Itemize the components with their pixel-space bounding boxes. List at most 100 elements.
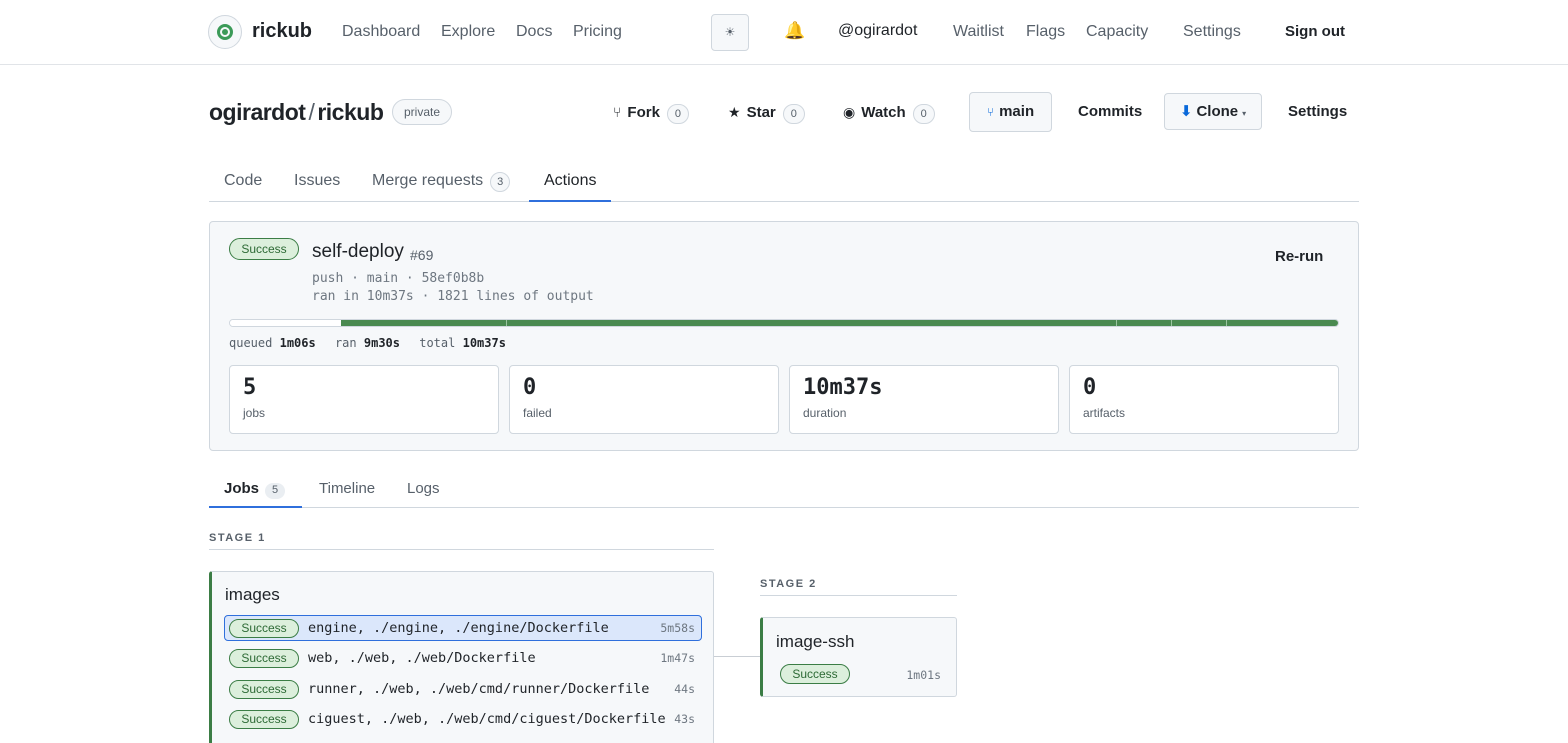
job-status-badge: Success (229, 649, 299, 668)
star-button[interactable]: ★ Star 0 (728, 102, 805, 124)
job-name: runner, ./web, ./web/cmd/runner/Dockerfi… (308, 681, 650, 697)
job-row[interactable]: Success runner, ./web, ./web/cmd/runner/… (224, 676, 702, 702)
active-tab-indicator (209, 506, 302, 508)
active-tab-indicator (529, 200, 611, 202)
progress-divider (1116, 320, 1117, 326)
stage-divider (209, 549, 714, 550)
stat-failed: 0 failed (509, 365, 779, 434)
tab-logs[interactable]: Logs (407, 480, 440, 497)
run-timing: queued 1m06s ran 9m30s total 10m37s (229, 336, 518, 350)
fork-label: Fork (627, 104, 660, 121)
job-name: ciguest, ./web, ./web/cmd/ciguest/Docker… (308, 711, 666, 727)
tab-code[interactable]: Code (224, 172, 262, 190)
watch-label: Watch (861, 104, 906, 121)
repo-settings-link[interactable]: Settings (1288, 102, 1347, 122)
run-summary-panel: Success self-deploy #69 push · main · 58… (209, 221, 1359, 451)
job-status-badge: Success (229, 710, 299, 729)
job-row[interactable]: Success ciguest, ./web, ./web/cmd/cigues… (224, 706, 702, 732)
nav-pricing[interactable]: Pricing (573, 23, 622, 41)
nav-explore[interactable]: Explore (441, 23, 495, 41)
stage-job-card[interactable]: image-ssh Success 1m01s (760, 617, 957, 697)
chevron-down-icon: ▾ (1242, 109, 1247, 118)
job-status-badge: Success (229, 619, 299, 638)
repo-owner-link[interactable]: ogirardot (209, 99, 306, 125)
notifications-bell-icon[interactable]: 🔔 (784, 21, 805, 41)
watch-count: 0 (912, 104, 935, 124)
job-duration: 43s (674, 712, 695, 726)
visibility-badge: private (392, 99, 453, 125)
stat-label: failed (523, 406, 552, 420)
user-handle[interactable]: @ogirardot (838, 22, 917, 40)
watch-icon: ◉ (843, 104, 856, 120)
clone-button[interactable]: ⬇ Clone ▾ (1164, 93, 1262, 130)
run-name: self-deploy (312, 241, 404, 262)
repo-separator: / (308, 99, 315, 125)
star-icon: ★ (728, 104, 741, 120)
watch-button[interactable]: ◉ Watch 0 (843, 102, 935, 124)
star-label: Star (746, 104, 776, 121)
stage-connector (714, 656, 760, 657)
stat-jobs: 5 jobs (229, 365, 499, 434)
job-name: web, ./web, ./web/Dockerfile (308, 650, 536, 666)
run-number: #69 (410, 247, 434, 263)
tab-merge-requests[interactable]: Merge requests 3 (372, 172, 511, 192)
repo-title: ogirardot / rickub (209, 99, 384, 126)
stat-value: 0 (1083, 375, 1097, 400)
total-label: total (419, 336, 456, 350)
brand-name[interactable]: rickub (252, 20, 312, 43)
progress-ran-segment (341, 320, 1338, 326)
download-icon: ⬇ (1179, 103, 1193, 120)
job-duration: 44s (674, 682, 695, 696)
ran-label: ran (334, 336, 357, 350)
tab-issues[interactable]: Issues (294, 172, 340, 190)
stat-label: artifacts (1083, 406, 1126, 420)
stage-divider (760, 595, 957, 596)
stat-artifacts: 0 artifacts (1069, 365, 1339, 434)
stage-label: STAGE 2 (760, 578, 817, 590)
nav-settings[interactable]: Settings (1183, 23, 1241, 41)
stage-group-title: images (225, 585, 280, 604)
stage-group-title: image-ssh (776, 632, 855, 651)
total-value: 10m37s (462, 336, 506, 350)
commits-link[interactable]: Commits (1078, 102, 1142, 122)
theme-toggle-button[interactable]: ☀ (711, 14, 749, 51)
job-name: engine, ./engine, ./engine/Dockerfile (308, 620, 609, 636)
stat-label: duration (803, 406, 847, 420)
repo-name-link[interactable]: rickub (317, 99, 384, 125)
nav-docs[interactable]: Docs (516, 23, 552, 41)
stat-value: 5 (243, 375, 257, 400)
job-status-badge: Success (229, 680, 299, 699)
nav-waitlist[interactable]: Waitlist (953, 23, 1004, 41)
tab-actions[interactable]: Actions (544, 172, 596, 190)
tab-timeline[interactable]: Timeline (319, 480, 375, 497)
tab-merge-requests-label: Merge requests (372, 172, 484, 189)
nav-flags[interactable]: Flags (1026, 23, 1065, 41)
job-duration: 5m58s (660, 621, 695, 635)
stat-value: 0 (523, 375, 537, 400)
job-row[interactable]: Success web, ./web, ./web/Dockerfile 1m4… (224, 645, 702, 671)
branch-icon: ⑂ (986, 105, 995, 119)
fork-button[interactable]: ⑂ Fork 0 (613, 102, 689, 124)
tab-jobs[interactable]: Jobs 5 (224, 480, 286, 499)
progress-divider (1226, 320, 1227, 326)
stat-value: 10m37s (803, 375, 883, 400)
run-trigger-line: push · main · 58ef0b8b (312, 271, 485, 286)
stage-group-card: images Success engine, ./engine, ./engin… (209, 571, 714, 743)
job-row[interactable]: Success engine, ./engine, ./engine/Docke… (224, 615, 702, 641)
ran-value: 9m30s (363, 336, 400, 350)
job-status-badge: Success (780, 664, 850, 684)
sign-out-button[interactable]: Sign out (1285, 23, 1345, 40)
progress-queued-segment (230, 320, 341, 326)
top-navbar: rickub Dashboard Explore Docs Pricing ☀ … (0, 0, 1568, 65)
run-progress-bar (229, 319, 1339, 327)
rerun-button[interactable]: Re-run (1275, 248, 1323, 265)
job-view-tabs: Jobs 5 Timeline Logs (209, 470, 1359, 508)
nav-dashboard[interactable]: Dashboard (342, 23, 420, 41)
progress-divider (1171, 320, 1172, 326)
clone-label: Clone (1196, 103, 1239, 120)
queued-label: queued (229, 336, 273, 350)
stage-label: STAGE 1 (209, 532, 266, 544)
branch-selector-button[interactable]: ⑂ main (969, 92, 1052, 132)
nav-capacity[interactable]: Capacity (1086, 23, 1148, 41)
rickub-logo-icon[interactable] (208, 15, 242, 49)
